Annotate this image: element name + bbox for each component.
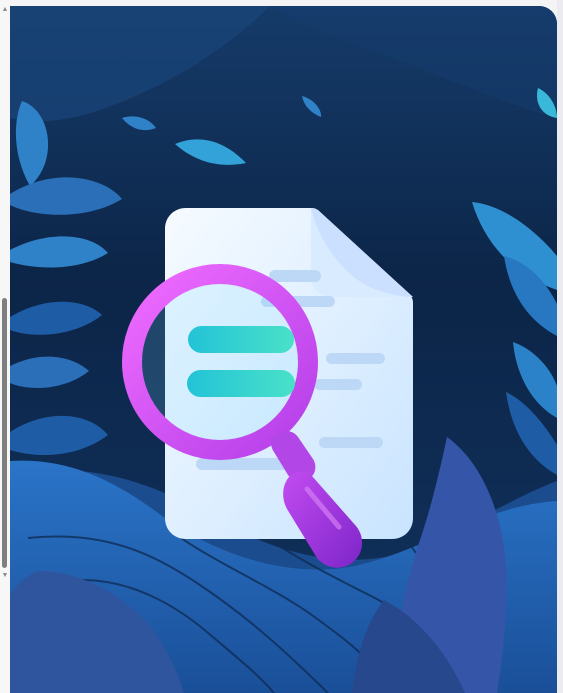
magnifier-bottom-bar <box>187 370 295 397</box>
scroll-down-arrow-icon[interactable]: ▼ <box>1 572 9 580</box>
vertical-scrollbar[interactable]: ▲ ▼ <box>0 0 10 693</box>
document-line <box>326 353 385 364</box>
magnifier-top-bar <box>188 326 294 353</box>
scroll-up-arrow-icon[interactable]: ▲ <box>1 6 9 14</box>
document-search-illustration <box>10 6 557 693</box>
document-line <box>196 458 292 470</box>
document-line <box>269 270 321 282</box>
illustration-card <box>10 6 557 693</box>
right-window-edge <box>557 0 563 693</box>
scroll-thumb[interactable] <box>2 298 7 568</box>
screenshot-page: ▲ ▼ <box>0 0 563 693</box>
document-line <box>319 437 383 448</box>
document-line <box>314 379 362 390</box>
